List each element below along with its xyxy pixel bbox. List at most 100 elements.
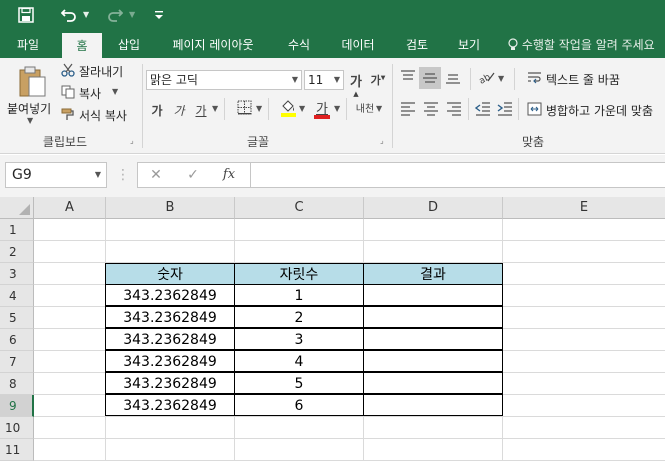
save-icon[interactable] — [14, 4, 38, 26]
row-header[interactable]: 3 — [0, 263, 34, 285]
row-header[interactable]: 10 — [0, 417, 34, 439]
row-header[interactable]: 4 — [0, 285, 34, 307]
paste-button[interactable]: 붙여넣기 ▼ — [5, 62, 57, 130]
table-cell-number[interactable]: 343.2362849 — [105, 284, 235, 306]
formula-bar: G9 ▼ ⋮ ✕ ✓ fx — [0, 155, 665, 197]
align-bottom-button[interactable] — [443, 70, 463, 87]
row-header[interactable]: 5 — [0, 307, 34, 329]
row-header[interactable]: 7 — [0, 351, 34, 373]
merge-center-button[interactable]: 병합하고 가운데 맞춤 — [526, 101, 665, 119]
table-header-number[interactable]: 숫자 — [105, 263, 235, 285]
font-launcher-icon[interactable]: ⌟ — [380, 136, 389, 145]
italic-button[interactable]: 가 — [170, 102, 188, 119]
table-cell-digits[interactable]: 6 — [234, 394, 364, 416]
table-cell-result[interactable] — [363, 306, 503, 328]
enter-icon[interactable]: ✓ — [182, 164, 204, 186]
format-painter-button[interactable]: 서식 복사 — [60, 106, 140, 124]
grow-font-icon: 가 — [350, 75, 362, 90]
orientation-button[interactable]: ab — [476, 69, 498, 88]
table-cell-digits[interactable]: 4 — [234, 350, 364, 372]
table-cell-result[interactable] — [363, 350, 503, 372]
font-name-select[interactable]: 맑은 고딕 ▼ — [146, 70, 302, 90]
copy-button[interactable]: 복사 ▼ — [60, 84, 135, 102]
decrease-indent-button[interactable] — [473, 102, 493, 119]
font-color-button[interactable]: 가 — [313, 98, 331, 120]
tab-view[interactable]: 보기 — [448, 30, 490, 58]
clipboard-launcher-icon[interactable]: ⌟ — [130, 136, 139, 145]
chevron-down-icon: ▼ — [291, 75, 298, 84]
row-header-selected[interactable]: 9 — [0, 395, 34, 417]
fill-color-button[interactable] — [279, 98, 297, 120]
divider — [514, 68, 515, 90]
fill-color-dropdown-icon[interactable]: ▼ — [299, 104, 305, 113]
font-size-select[interactable]: 11 ▼ — [304, 70, 344, 90]
wrap-text-icon — [526, 71, 542, 87]
borders-button[interactable] — [235, 100, 253, 118]
name-box[interactable]: G9 ▼ — [5, 162, 107, 188]
tell-me-label: 수행할 작업을 알려 주세요 — [521, 38, 655, 52]
table-cell-digits[interactable]: 1 — [234, 284, 364, 306]
redo-dropdown-icon[interactable]: ▼ — [129, 4, 135, 26]
bold-button[interactable]: 가 — [148, 102, 166, 119]
select-all-button[interactable] — [0, 197, 34, 219]
select-all-icon — [19, 204, 30, 215]
cancel-icon[interactable]: ✕ — [145, 164, 167, 186]
shrink-font-button[interactable]: 가▼ — [370, 72, 386, 88]
tab-formulas[interactable]: 수식 — [278, 30, 320, 58]
table-cell-result[interactable] — [363, 328, 503, 350]
row-header[interactable]: 8 — [0, 373, 34, 395]
undo-dropdown-icon[interactable]: ▼ — [83, 4, 89, 26]
column-header-a[interactable]: A — [34, 197, 106, 219]
tab-file[interactable]: 파일 — [7, 30, 49, 58]
table-cell-result[interactable] — [363, 284, 503, 306]
table-cell-digits[interactable]: 5 — [234, 372, 364, 394]
align-center-button[interactable] — [421, 102, 441, 119]
table-header-result[interactable]: 결과 — [363, 263, 503, 285]
cut-button[interactable]: 잘라내기 — [60, 62, 140, 80]
tab-page-layout[interactable]: 페이지 레이아웃 — [161, 30, 265, 58]
orientation-dropdown-icon[interactable]: ▼ — [498, 74, 504, 83]
wrap-text-button[interactable]: 텍스트 줄 바꿈 — [526, 70, 665, 88]
redo-icon[interactable] — [104, 4, 126, 26]
increase-indent-button[interactable] — [495, 102, 515, 119]
table-cell-result[interactable] — [363, 372, 503, 394]
formula-input[interactable] — [250, 162, 665, 188]
borders-dropdown-icon[interactable]: ▼ — [256, 104, 262, 113]
tab-insert[interactable]: 삽입 — [107, 30, 151, 58]
row-header[interactable]: 1 — [0, 219, 34, 241]
paste-label: 붙여넣기 — [7, 102, 52, 116]
table-cell-number[interactable]: 343.2362849 — [105, 394, 235, 416]
table-cell-digits[interactable]: 3 — [234, 328, 364, 350]
undo-icon[interactable] — [58, 4, 80, 26]
align-left-button[interactable] — [398, 102, 418, 119]
row-header[interactable]: 6 — [0, 329, 34, 351]
underline-button[interactable]: 가 — [192, 102, 210, 119]
column-header-c[interactable]: C — [235, 197, 364, 219]
table-cell-number[interactable]: 343.2362849 — [105, 350, 235, 372]
align-middle-button[interactable] — [419, 67, 441, 89]
table-cell-number[interactable]: 343.2362849 — [105, 328, 235, 350]
customize-qat-icon[interactable] — [152, 4, 166, 26]
column-header-d[interactable]: D — [364, 197, 503, 219]
table-cell-number[interactable]: 343.2362849 — [105, 372, 235, 394]
tell-me-search[interactable]: 수행할 작업을 알려 주세요 — [508, 30, 655, 58]
row-header[interactable]: 11 — [0, 439, 34, 461]
row-header[interactable]: 2 — [0, 241, 34, 263]
column-header-b[interactable]: B — [106, 197, 235, 219]
phonetic-dropdown-icon[interactable]: ▼ — [376, 104, 382, 113]
phonetic-button[interactable]: 내천 — [354, 100, 376, 115]
table-cell-result[interactable] — [363, 394, 503, 416]
align-top-button[interactable] — [398, 70, 418, 87]
paste-icon — [17, 66, 47, 101]
table-cell-digits[interactable]: 2 — [234, 306, 364, 328]
underline-dropdown-icon[interactable]: ▼ — [212, 104, 218, 113]
table-cell-number[interactable]: 343.2362849 — [105, 306, 235, 328]
tab-review[interactable]: 검토 — [396, 30, 438, 58]
table-header-digits[interactable]: 자릿수 — [234, 263, 364, 285]
column-header-e[interactable]: E — [503, 197, 665, 219]
insert-function-icon[interactable]: fx — [218, 164, 240, 186]
tab-data[interactable]: 데이터 — [331, 30, 385, 58]
font-color-dropdown-icon[interactable]: ▼ — [334, 104, 340, 113]
tab-home[interactable]: 홈 — [62, 33, 102, 58]
align-right-button[interactable] — [444, 102, 464, 119]
